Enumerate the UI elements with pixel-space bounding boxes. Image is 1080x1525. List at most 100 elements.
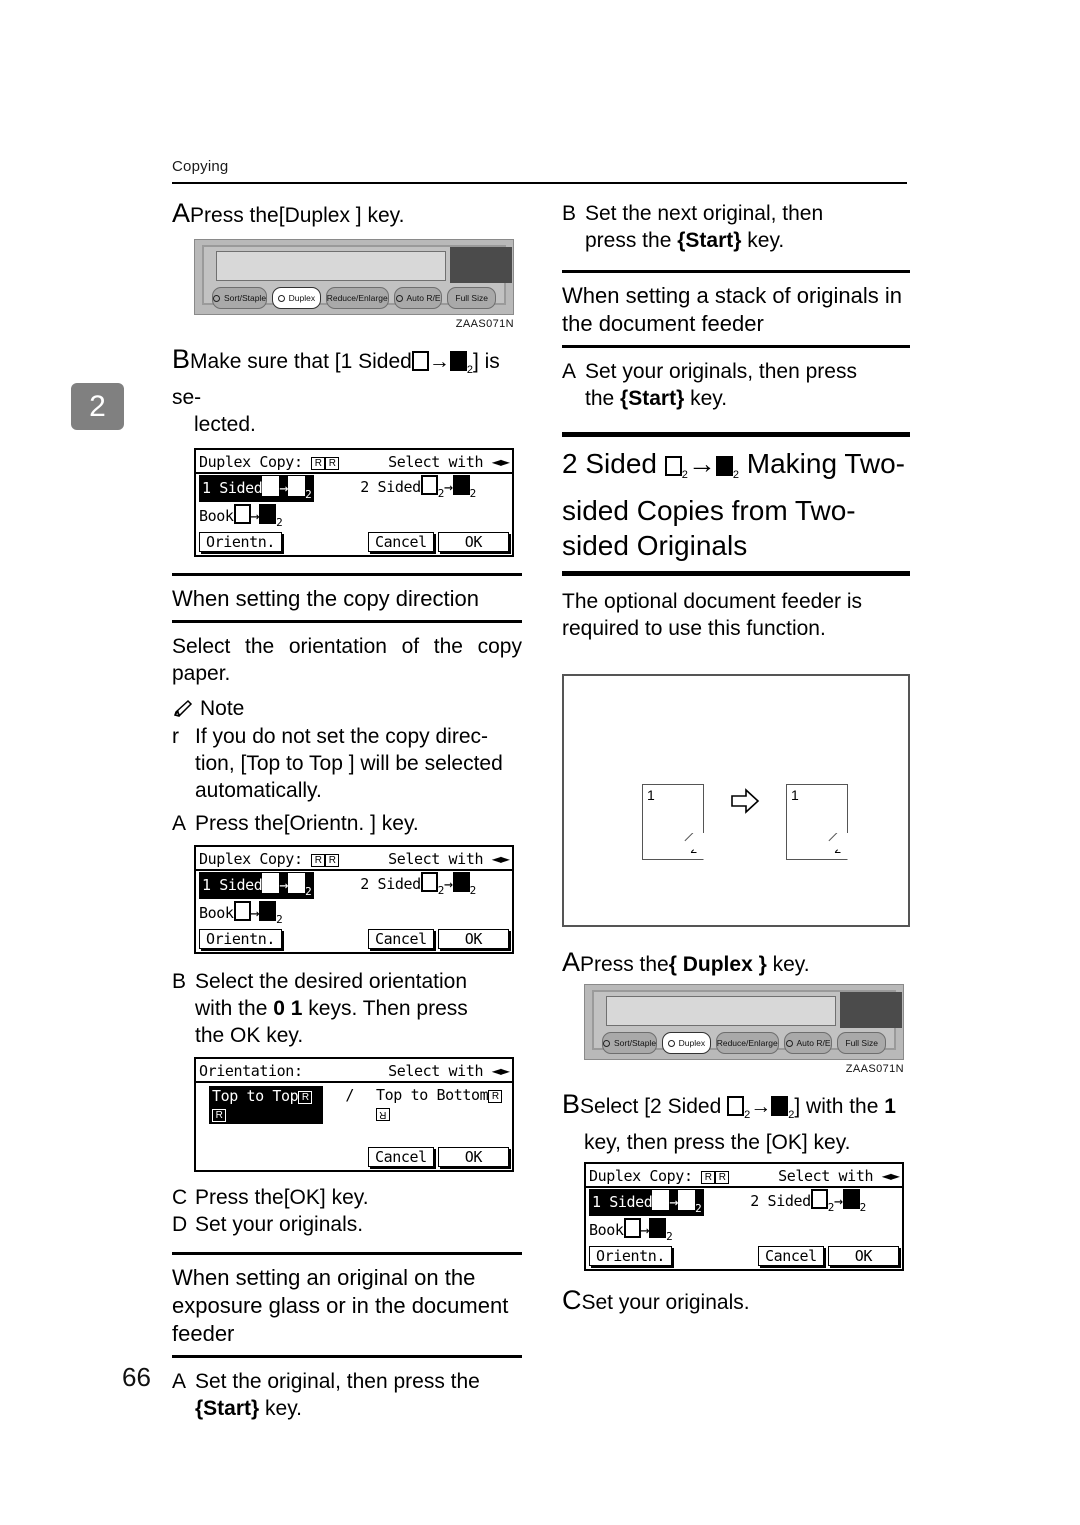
step-letter: A	[562, 947, 581, 977]
step-text-post: key.	[265, 1397, 303, 1420]
panel-button-sort-staple[interactable]: Sort/Staple	[602, 1032, 658, 1054]
lcd-option-top-to-top[interactable]: Top to Top RR	[209, 1086, 324, 1124]
step-text-post: key.	[381, 812, 419, 835]
step-text: Set the original, then press the	[195, 1370, 480, 1393]
lcd-button-orientn[interactable]: Orientn.	[199, 929, 283, 949]
lcd-button-orientn[interactable]: Orientn.	[589, 1246, 673, 1266]
running-head: Copying	[172, 158, 229, 175]
step-text: Press the	[580, 953, 669, 976]
lcd-option-book[interactable]: Book → 2	[199, 901, 283, 926]
step-text-post: key.	[772, 953, 810, 976]
left-right-arrow-icon: ◄►	[491, 1061, 510, 1080]
lcd-button-ok[interactable]: OK	[437, 1147, 509, 1167]
section-title-pre: 2 Sided	[562, 448, 657, 479]
panel-button-sort-staple[interactable]: Sort/Staple	[212, 287, 268, 309]
lcd-title: Orientation:	[199, 1061, 303, 1080]
arrow-keys-label: 0 1	[273, 997, 303, 1020]
note-label: Note	[200, 697, 245, 720]
page-icon	[649, 1218, 667, 1238]
panel-button-duplex[interactable]: Duplex	[272, 287, 321, 309]
led-indicator-icon	[395, 294, 403, 302]
exposure-step-a: A Set the original, then press the {Star…	[172, 1368, 522, 1422]
step-letter: B	[562, 1089, 581, 1119]
step-letter: A	[172, 812, 187, 835]
subhead-copy-direction: When setting the copy direction	[172, 586, 479, 611]
lcd-option-top-to-bottom[interactable]: Top to Bottom RR	[376, 1086, 509, 1124]
lcd-option-1-sided[interactable]: 1 Sided → 2	[199, 475, 315, 502]
ok-key-label: [OK]	[283, 1186, 326, 1209]
step-text-post: key.	[367, 204, 405, 227]
panel-button-label: Full Size	[845, 1038, 878, 1048]
lcd-hint: Select with	[388, 850, 484, 868]
lcd-title: Duplex Copy:	[199, 849, 303, 868]
left-right-arrow-icon: ◄►	[491, 452, 510, 471]
orientation-r-icon: R	[325, 853, 340, 867]
lcd-button-orientn[interactable]: Orientn.	[199, 532, 283, 552]
lcd-button-ok[interactable]: OK	[437, 532, 509, 552]
panel-button-full-size[interactable]: Full Size	[447, 287, 496, 309]
document-page: Copying 2 66 APress the[Duplex ] key. So…	[0, 0, 1080, 1525]
orientation-r-icon: R	[701, 1170, 716, 1184]
step-text: Press the	[195, 812, 284, 835]
lcd-button-ok[interactable]: OK	[827, 1246, 899, 1266]
step-text: Set your originals.	[581, 1291, 750, 1314]
lcd-duplex-copy-1: Duplex Copy: RR Select with ◄► 1 Sided → 2…	[194, 448, 522, 557]
page-icon	[288, 476, 306, 496]
page-icon	[652, 1190, 670, 1210]
led-indicator-icon	[603, 1039, 610, 1047]
panel-button-full-size[interactable]: Full Size	[837, 1032, 886, 1054]
right-final-step-c: CSet your originals.	[562, 1287, 910, 1316]
step-letter: B	[172, 970, 187, 993]
book-icon	[233, 504, 251, 524]
step-b-line-2-post: keys. Then press	[308, 997, 468, 1020]
lcd-option-1-sided[interactable]: 1 Sided → 2	[199, 872, 315, 899]
lcd-button-cancel[interactable]: Cancel	[367, 1147, 434, 1167]
lcd-option-2-sided[interactable]: 2 Sided 2→ 2	[360, 872, 476, 899]
page-icon	[420, 872, 438, 892]
page-icon	[259, 901, 277, 921]
step-text: Select [2 Sided	[580, 1095, 722, 1118]
pencil-icon	[173, 699, 193, 717]
lcd-option-book[interactable]: Book → 2	[199, 504, 283, 529]
step-text-post: key.	[690, 387, 728, 410]
panel-button-duplex[interactable]: Duplex	[662, 1032, 711, 1054]
step-text-pre: press the	[585, 229, 672, 252]
one-sided-page-icon	[411, 351, 429, 371]
two-sided-page-icon	[771, 1096, 789, 1116]
panel-lcd-area	[606, 996, 836, 1026]
two-sided-page-icon	[715, 456, 733, 476]
right-final-step-b: BSelect [2 Sided 2→ 2] with the 1 key, th…	[562, 1091, 910, 1156]
panel-button-label: Duplex	[678, 1038, 706, 1048]
two-sided-page-icon	[664, 456, 682, 476]
lcd-option-2-sided[interactable]: 2 Sided 2→ 2	[750, 1189, 866, 1216]
panel-button-auto-re[interactable]: Auto R/E	[393, 287, 443, 309]
lcd-button-ok[interactable]: OK	[437, 929, 509, 949]
step-letter: A	[172, 1370, 187, 1393]
right-column: B Set the next original, then press the …	[562, 200, 910, 1322]
panel-button-reduce-enlarge[interactable]: Reduce/Enlarge	[325, 287, 389, 309]
orientation-r-icon: R	[311, 456, 326, 470]
lcd-option-book[interactable]: Book → 2	[589, 1218, 673, 1243]
step-b-line-2-pre: with the	[195, 997, 268, 1020]
lcd-button-cancel[interactable]: Cancel	[367, 532, 434, 552]
lcd-button-cancel[interactable]: Cancel	[757, 1246, 824, 1266]
start-key-label: {Start}	[677, 229, 742, 252]
step-letter: D	[172, 1213, 188, 1236]
step-text-post: key.	[331, 1186, 369, 1209]
panel-button-auto-re[interactable]: Auto R/E	[783, 1032, 833, 1054]
lcd-button-cancel[interactable]: Cancel	[367, 929, 434, 949]
lcd-option-1-sided[interactable]: 1 Sided → 2	[589, 1189, 705, 1216]
orientation-r-flipped-icon: R	[376, 1108, 391, 1121]
lcd-option-2-sided[interactable]: 2 Sided 2→ 2	[360, 475, 476, 502]
step-b-line-3: the OK key.	[195, 1024, 304, 1047]
step-letter: B	[172, 344, 191, 374]
section-intro-paragraph: The optional document feeder is required…	[562, 590, 863, 640]
step-text-post: ] with the	[794, 1095, 879, 1118]
control-panel-photo-1: Sort/Staple Duplex Reduce/Enlarge Auto R…	[194, 239, 522, 330]
page-icon	[452, 475, 470, 495]
panel-button-reduce-enlarge[interactable]: Reduce/Enlarge	[715, 1032, 779, 1054]
step-b-line2: lected.	[194, 413, 256, 436]
two-sided-page-icon	[727, 1096, 745, 1116]
right-step-a: APress the{ Duplex } key.	[562, 949, 910, 978]
section-heading: 2 Sided 2→ 2 Making Two-sided Copies from…	[562, 448, 905, 561]
